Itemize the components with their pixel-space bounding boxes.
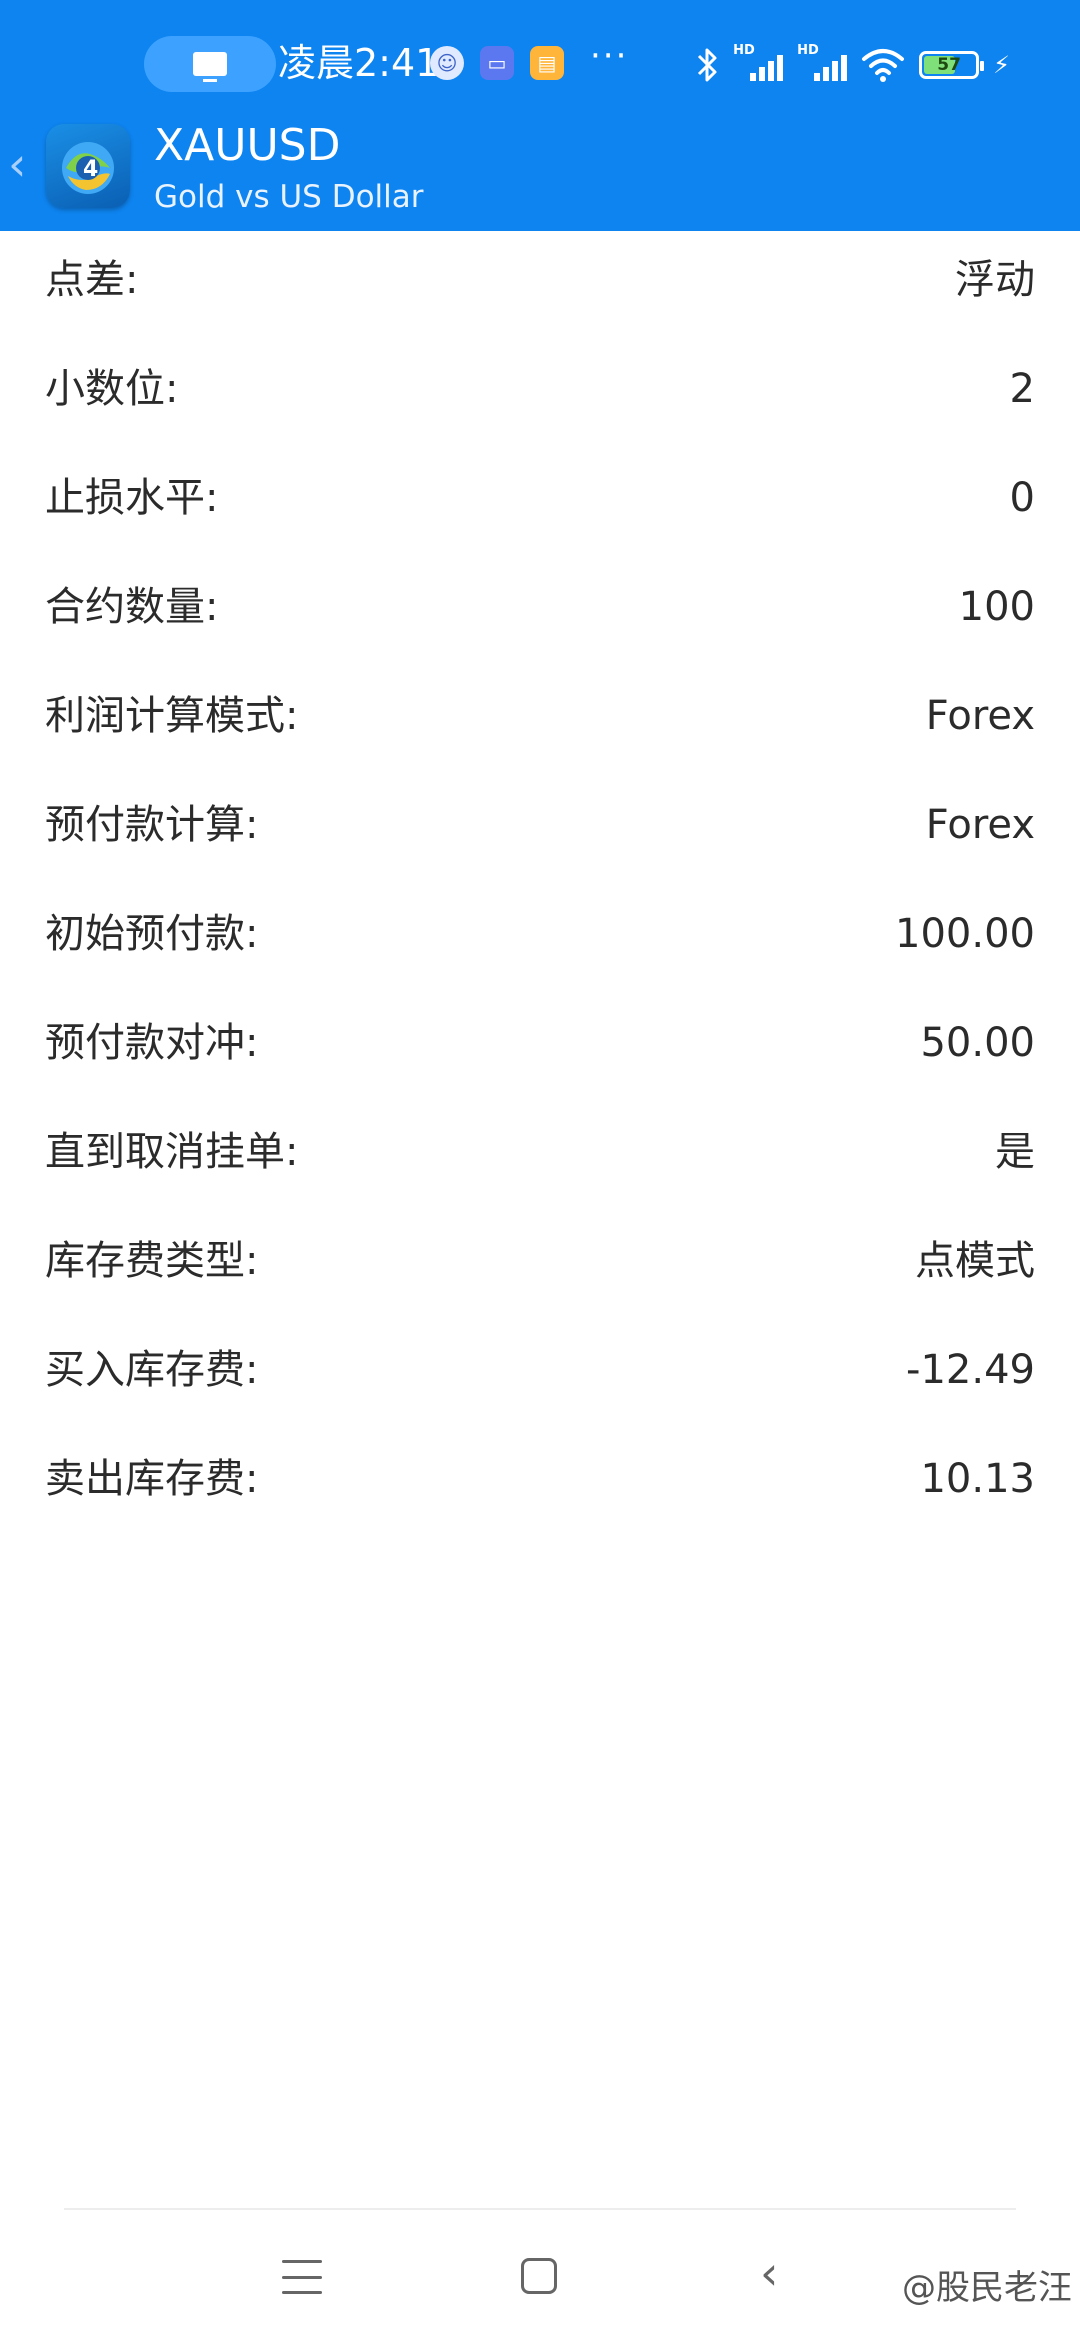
metatrader-logo-icon[interactable]: 4 <box>46 124 130 208</box>
spec-value: Forex <box>925 802 1035 848</box>
spec-row-contract-size: 合约数量: 100 <box>0 558 1080 667</box>
nav-divider <box>64 2208 1016 2210</box>
spec-label: 小数位: <box>45 366 179 412</box>
notification-app-icon-2: ▭ <box>480 46 514 80</box>
spec-label: 止损水平: <box>45 475 219 521</box>
system-navigation-bar: ‹ @股民老汪 <box>0 2212 1080 2340</box>
spec-row-digits: 小数位: 2 <box>0 340 1080 449</box>
spec-label: 库存费类型: <box>45 1238 259 1284</box>
spec-label: 直到取消挂单: <box>45 1129 299 1175</box>
header: 凌晨2:41 ☺ ▭ ▤ ··· HD HD 57 ⚡ ‹ 4 XAUUSD G… <box>0 0 1080 231</box>
spec-label: 利润计算模式: <box>45 693 299 739</box>
app-bar: ‹ 4 XAUUSD Gold vs US Dollar <box>0 118 1080 231</box>
home-icon[interactable] <box>521 2258 557 2294</box>
battery-percent: 57 <box>937 55 961 75</box>
spec-row-spread: 点差: 浮动 <box>0 231 1080 340</box>
spec-value: 10.13 <box>920 1456 1035 1502</box>
nav-back-icon[interactable]: ‹ <box>760 2248 778 2298</box>
status-indicators: HD HD 57 ⚡ <box>695 40 1010 90</box>
spec-value: Forex <box>925 693 1035 739</box>
spec-value: 是 <box>995 1129 1035 1175</box>
spec-row-swap-short: 卖出库存费: 10.13 <box>0 1430 1080 1539</box>
charging-icon: ⚡ <box>993 51 1010 79</box>
screen-cast-pill[interactable] <box>144 36 276 92</box>
more-notifications-icon: ··· <box>590 36 629 76</box>
spec-row-hedged-margin: 预付款对冲: 50.00 <box>0 994 1080 1103</box>
recent-apps-icon[interactable] <box>282 2260 322 2294</box>
spec-label: 卖出库存费: <box>45 1456 259 1502</box>
spec-label: 买入库存费: <box>45 1347 259 1393</box>
spec-value: 0 <box>1009 475 1035 521</box>
spec-label: 初始预付款: <box>45 911 259 957</box>
spec-value: 点模式 <box>915 1238 1035 1284</box>
back-icon[interactable]: ‹ <box>8 134 26 194</box>
spec-label: 点差: <box>45 257 139 303</box>
spec-value: 浮动 <box>955 257 1035 303</box>
status-time: 凌晨2:41 <box>278 41 440 85</box>
notification-app-icon-1: ☺ <box>430 46 464 80</box>
spec-value: 100 <box>958 584 1035 630</box>
spec-value: -12.49 <box>906 1347 1035 1393</box>
spec-value: 50.00 <box>920 1020 1035 1066</box>
spec-row-margin-calc: 预付款计算: Forex <box>0 776 1080 885</box>
spec-row-profit-calc-mode: 利润计算模式: Forex <box>0 667 1080 776</box>
status-bar: 凌晨2:41 ☺ ▭ ▤ ··· HD HD 57 ⚡ <box>0 0 1080 128</box>
wifi-icon <box>862 49 905 82</box>
symbol-specification-list: 点差: 浮动 小数位: 2 止损水平: 0 合约数量: 100 利润计算模式: … <box>0 231 1080 1539</box>
cast-icon <box>193 52 227 82</box>
spec-row-swap-type: 库存费类型: 点模式 <box>0 1212 1080 1321</box>
spec-row-gtc-orders: 直到取消挂单: 是 <box>0 1103 1080 1212</box>
spec-label: 预付款计算: <box>45 802 259 848</box>
spec-label: 合约数量: <box>45 584 219 630</box>
spec-row-initial-margin: 初始预付款: 100.00 <box>0 885 1080 994</box>
spec-row-stops-level: 止损水平: 0 <box>0 449 1080 558</box>
svg-text:4: 4 <box>83 157 98 182</box>
symbol-description: Gold vs US Dollar <box>154 179 424 215</box>
signal-icon-sim1: HD <box>733 43 784 85</box>
bluetooth-icon <box>698 48 717 82</box>
battery-icon: 57 <box>919 51 985 79</box>
symbol-title: XAUUSD <box>154 120 341 171</box>
watermark: @股民老汪 <box>902 2268 1072 2308</box>
spec-value: 2 <box>1009 366 1035 412</box>
spec-row-swap-long: 买入库存费: -12.49 <box>0 1321 1080 1430</box>
spec-value: 100.00 <box>895 911 1035 957</box>
signal-icon-sim2: HD <box>797 43 848 85</box>
spec-label: 预付款对冲: <box>45 1020 259 1066</box>
notification-app-icon-3: ▤ <box>530 46 564 80</box>
